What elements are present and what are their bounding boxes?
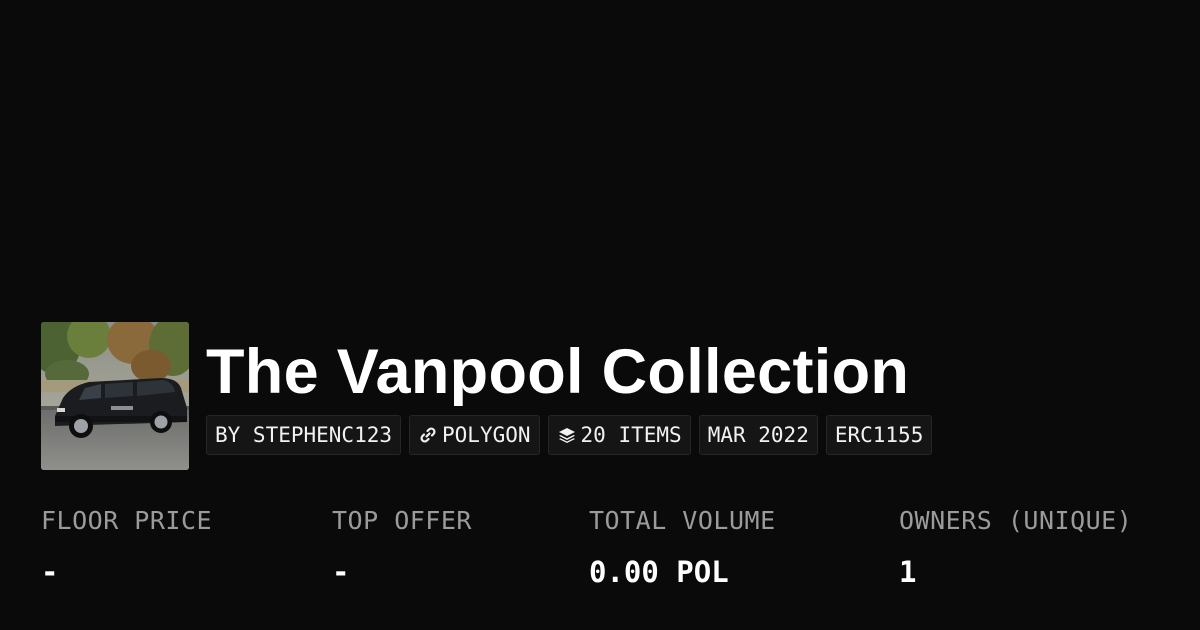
stat-label: OWNERS (UNIQUE) [899, 506, 1133, 535]
items-chip[interactable]: 20 ITEMS [547, 415, 691, 455]
link-icon [418, 425, 438, 445]
layers-icon [557, 425, 577, 445]
stat-value: 1 [899, 555, 917, 589]
minivan-photo [41, 322, 189, 470]
items-label: 20 ITEMS [580, 423, 682, 447]
chain-label: POLYGON [442, 423, 531, 447]
collection-meta-chips: BY STEPHENC123 POLYGON 20 ITEMS MAR 2022… [206, 415, 933, 455]
creator-chip[interactable]: BY STEPHENC123 [206, 415, 402, 455]
date-label: MAR 2022 [707, 423, 809, 447]
stat-top-offer: TOP OFFER - [332, 503, 472, 590]
stat-value: - [41, 555, 59, 589]
stat-total-volume: TOTAL VOLUME 0.00 POL [589, 503, 776, 590]
stat-value: - [332, 555, 350, 589]
standard-label: ERC1155 [834, 423, 924, 447]
creator-label: BY STEPHENC123 [215, 423, 393, 447]
stat-floor-price: FLOOR PRICE - [41, 503, 212, 590]
collection-card: The Vanpool Collection BY STEPHENC123 PO… [0, 0, 1200, 630]
standard-chip: ERC1155 [825, 415, 933, 455]
stat-label: FLOOR PRICE [41, 506, 213, 535]
collection-title: The Vanpool Collection [206, 337, 910, 407]
stat-owners: OWNERS (UNIQUE) 1 [899, 503, 1132, 590]
chain-chip[interactable]: POLYGON [409, 415, 540, 455]
stat-value: 0.00 POL [589, 555, 729, 589]
collection-thumbnail[interactable] [41, 322, 189, 470]
stat-label: TOTAL VOLUME [589, 506, 776, 535]
date-chip: MAR 2022 [698, 415, 818, 455]
stat-label: TOP OFFER [332, 506, 472, 535]
